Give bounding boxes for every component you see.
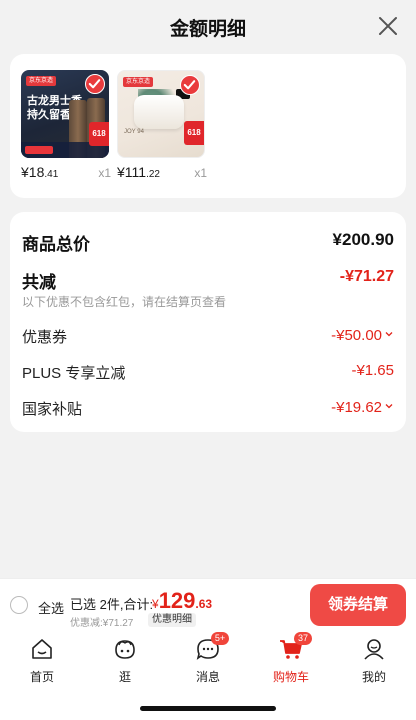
products-card: 京东京造 古龙男士香 持久留香 618 ¥18.41 x1 京东京造 JOY 9… [10,54,406,198]
product-price: ¥18.41 [21,164,59,180]
promo-tag: 618 [89,122,109,146]
plus-row: PLUS 专享立减 -¥1.65 [22,362,394,383]
discount-detail-button[interactable]: 优惠明细 [148,613,196,627]
product-price: ¥111.22 [117,164,160,180]
page-title: 金额明细 [169,19,246,40]
tab-profile[interactable]: 我的 [342,636,406,685]
plus-value: -¥1.65 [351,362,394,379]
checkout-button[interactable]: 领券结算 [310,584,406,626]
pillow-image [134,95,184,129]
price-pill [25,146,53,154]
selected-check-icon[interactable] [180,75,200,95]
select-all-radio[interactable] [10,596,28,614]
profile-icon [361,636,387,662]
selected-check-icon[interactable] [85,74,105,94]
product-thumbnail[interactable]: 京东京造 JOY 94 618 [117,70,205,158]
stroll-face-icon [112,636,138,662]
home-icon [29,636,55,662]
thumb-subheadline: 持久留香 [27,109,71,121]
brand-chip: 京东京造 [26,76,57,86]
subsidy-label: 国家补贴 [22,401,83,418]
product-thumbnail[interactable]: 京东京造 古龙男士香 持久留香 618 [21,70,109,158]
product-quantity: x1 [98,166,111,180]
product-item[interactable]: 京东京造 古龙男士香 持久留香 618 ¥18.41 x1 [21,70,111,182]
home-indicator [140,706,276,711]
product-item[interactable]: 京东京造 JOY 94 618 ¥111.22 x1 [117,70,207,182]
tab-messages[interactable]: 5+ 消息 [176,632,240,685]
chevron-down-icon [384,326,394,337]
total-row: 商品总价 ¥200.90 [22,230,394,255]
discount-value: -¥71.27 [339,268,394,285]
brand-chip: 京东京造 [123,77,154,87]
coupon-label: 优惠券 [22,329,68,346]
discount-label: 共减 [22,273,56,292]
coupon-row[interactable]: 优惠券 -¥50.00 [22,326,394,347]
total-price: ¥129.63 [152,588,213,613]
tab-label: 首页 [29,670,54,684]
total-label: 商品总价 [22,235,90,254]
tab-home[interactable]: 首页 [10,636,74,685]
chevron-down-icon [384,398,394,409]
checkout-bar: 全选 已选 2件,合计: ¥129.63 优惠减:¥71.27 优惠明细 领券结… [0,578,416,630]
tab-label: 我的 [361,670,386,684]
tab-label: 消息 [195,670,220,684]
tab-label: 购物车 [272,670,309,684]
promo-tag: 618 [184,121,204,145]
discount-row: 共减 -¥71.27 [22,268,394,293]
thumb-caption: JOY 94 [124,129,144,135]
cart-icon: 37 [278,632,312,662]
close-button[interactable] [374,12,402,40]
product-price-row: ¥111.22 x1 [117,164,207,182]
tab-cart[interactable]: 37 购物车 [259,632,323,685]
tab-stroll[interactable]: 逛 [93,636,157,685]
message-icon: 5+ [195,632,229,662]
coupon-value: -¥50.00 [331,326,394,344]
close-icon [379,17,397,35]
plus-label: PLUS 专享立减 [22,365,126,382]
subsidy-value: -¥19.62 [331,398,394,416]
selected-count: 已选 2件,合计: [70,597,154,612]
discount-summary: 优惠减:¥71.27 [70,618,134,629]
tab-label: 逛 [118,670,131,684]
summary-card: 商品总价 ¥200.90 共减 -¥71.27 以下优惠不包含红包，请在结算页查… [10,212,406,432]
discount-note: 以下优惠不包含红包，请在结算页查看 [22,295,227,309]
select-all-label[interactable]: 全选 [38,598,64,617]
product-price-row: ¥18.41 x1 [21,164,111,182]
cart-badge: 37 [294,632,312,645]
total-value: ¥200.90 [332,230,394,249]
product-quantity: x1 [194,166,207,180]
message-badge: 5+ [211,632,229,645]
subsidy-row[interactable]: 国家补贴 -¥19.62 [22,398,394,419]
sheet-header: 金额明细 [0,0,416,54]
